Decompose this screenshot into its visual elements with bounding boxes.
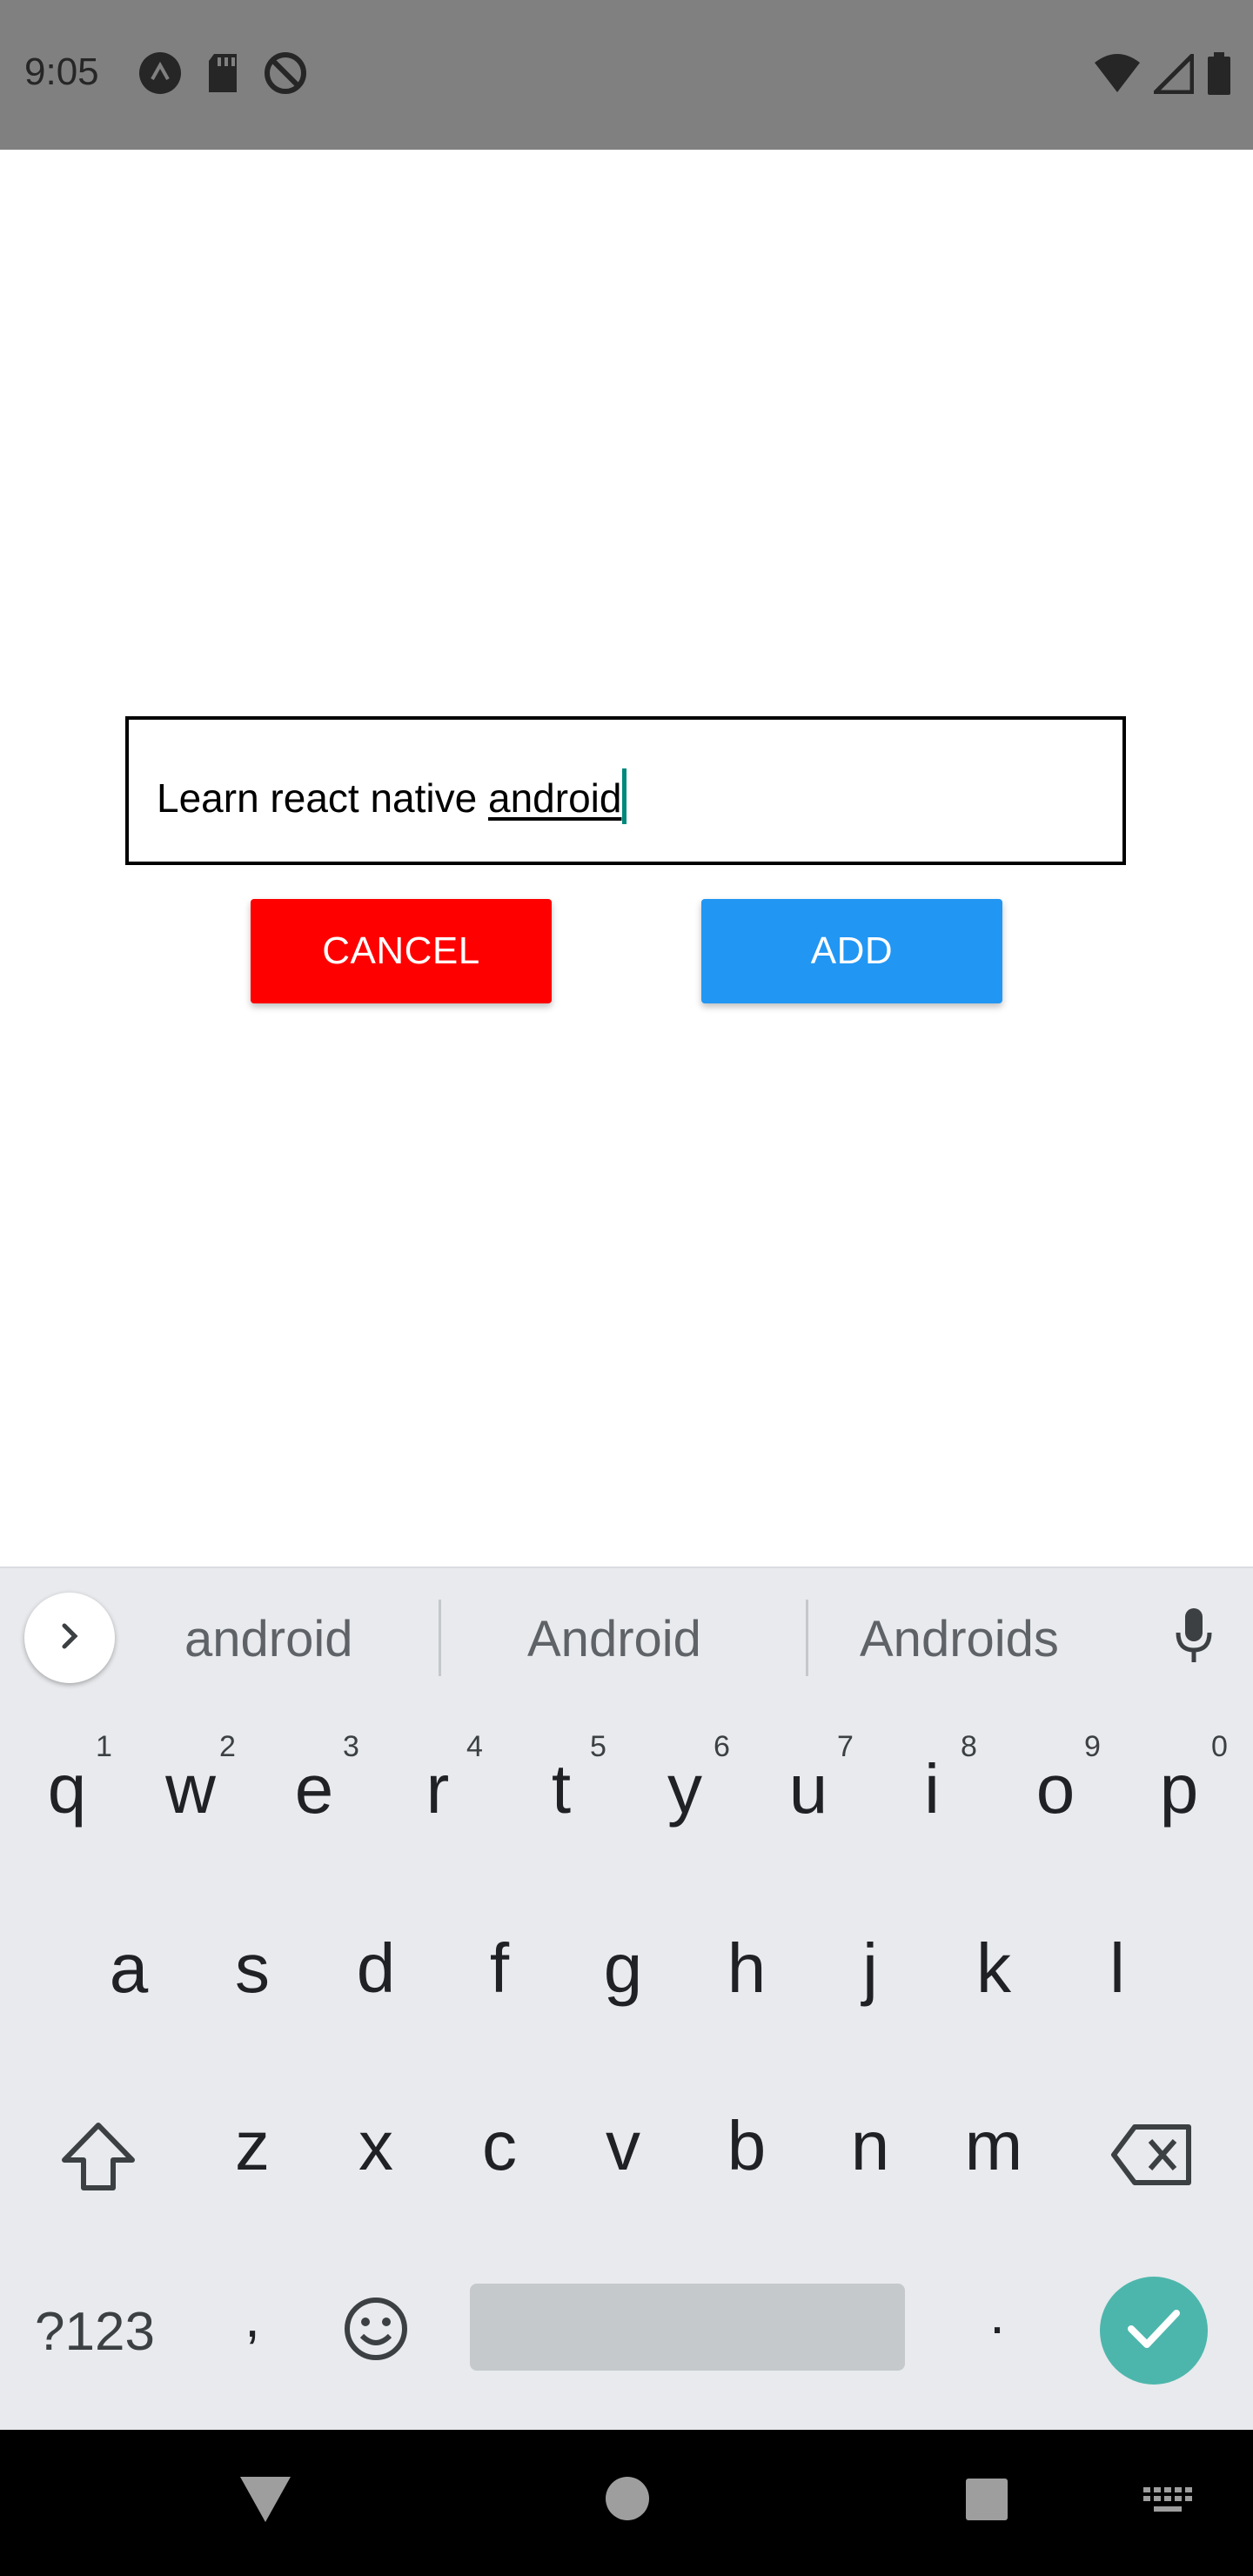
key-j[interactable]: j: [827, 1929, 914, 2009]
shift-icon: [59, 2123, 137, 2197]
shift-key[interactable]: [59, 2120, 137, 2197]
todo-input[interactable]: Learn react native android: [125, 716, 1126, 865]
input-value: Learn react native android: [157, 768, 627, 824]
key-hint-7: 7: [837, 1730, 854, 1763]
emoji-key[interactable]: [343, 2296, 409, 2366]
status-icons-right: [1093, 50, 1232, 100]
key-s[interactable]: s: [209, 1929, 296, 2009]
key-hint-6: 6: [714, 1730, 730, 1763]
checkmark-icon: [1126, 2306, 1182, 2356]
key-b[interactable]: b: [703, 2106, 790, 2186]
backspace-icon: [1110, 2124, 1194, 2190]
spacebar[interactable]: [470, 2284, 905, 2371]
key-hint-0: 0: [1211, 1730, 1228, 1763]
key-z[interactable]: z: [209, 2106, 296, 2186]
do-not-disturb-icon: [263, 50, 308, 100]
back-icon[interactable]: [238, 2475, 292, 2528]
suggestion-2[interactable]: Android: [527, 1610, 701, 1668]
key-x[interactable]: x: [332, 2106, 419, 2186]
text-cursor: [622, 768, 627, 824]
key-comma[interactable]: ,: [209, 2285, 296, 2350]
key-d[interactable]: d: [332, 1929, 419, 2009]
symbols-key[interactable]: ?123: [35, 2301, 155, 2363]
key-a[interactable]: a: [85, 1929, 172, 2009]
key-n[interactable]: n: [827, 2106, 914, 2186]
suggestion-3[interactable]: Androids: [860, 1610, 1059, 1668]
chevron-right-icon: [52, 1619, 87, 1658]
key-g[interactable]: g: [580, 1929, 667, 2009]
home-icon[interactable]: [604, 2475, 651, 2526]
recents-icon[interactable]: [964, 2477, 1009, 2526]
suggestion-divider: [439, 1600, 441, 1676]
add-button[interactable]: ADD: [701, 899, 1002, 1003]
wifi-icon: [1093, 54, 1142, 98]
key-m[interactable]: m: [950, 2106, 1037, 2186]
status-time: 9:05: [24, 50, 99, 93]
suggestion-divider: [806, 1600, 808, 1676]
keyboard: q 1 w 2 e 3 r 4 t 5 y 6 u 7 i 8 o 9 p 0 …: [0, 1704, 1253, 2430]
backspace-key[interactable]: [1110, 2123, 1194, 2190]
key-period[interactable]: .: [954, 2282, 1041, 2346]
keyboard-switch-icon[interactable]: [1142, 2484, 1194, 2523]
key-hint-5: 5: [590, 1730, 606, 1763]
microphone-icon[interactable]: [1173, 1607, 1215, 1672]
key-hint-4: 4: [466, 1730, 483, 1763]
key-h[interactable]: h: [703, 1929, 790, 2009]
input-text-composing: android: [488, 775, 622, 821]
key-p[interactable]: p: [1136, 1749, 1223, 1829]
navigation-bar: [0, 2430, 1253, 2576]
key-hint-1: 1: [96, 1730, 112, 1763]
key-f[interactable]: f: [456, 1929, 543, 2009]
suggestion-bar: android Android Androids: [0, 1566, 1253, 1706]
battery-icon: [1206, 52, 1232, 100]
cancel-button[interactable]: CANCEL: [251, 899, 552, 1003]
sd-card-icon: [205, 52, 240, 98]
key-hint-2: 2: [219, 1730, 236, 1763]
key-k[interactable]: k: [950, 1929, 1037, 2009]
expand-toolbar-button[interactable]: [24, 1593, 115, 1683]
cell-signal-icon: [1149, 50, 1195, 98]
key-hint-8: 8: [961, 1730, 977, 1763]
status-bar: 9:05: [0, 0, 1253, 150]
key-c[interactable]: c: [456, 2106, 543, 2186]
key-hint-9: 9: [1084, 1730, 1101, 1763]
suggestion-1[interactable]: android: [184, 1610, 352, 1668]
key-l[interactable]: l: [1074, 1929, 1161, 2009]
enter-button[interactable]: [1100, 2277, 1208, 2385]
input-text-plain: Learn react native: [157, 775, 489, 821]
emoji-icon: [343, 2298, 409, 2365]
key-hint-3: 3: [343, 1730, 359, 1763]
key-v[interactable]: v: [580, 2106, 667, 2186]
a-circle-icon: [137, 50, 183, 100]
status-icons-left: [137, 50, 308, 100]
